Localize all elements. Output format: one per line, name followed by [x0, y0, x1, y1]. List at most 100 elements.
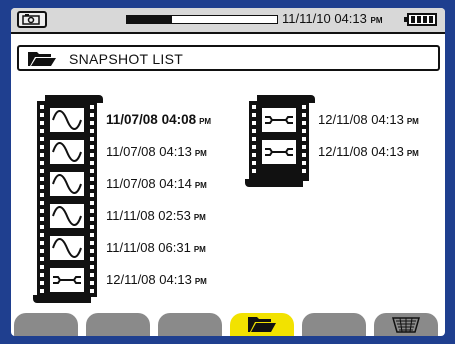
snapshot-date: 12/11/08 [318, 112, 372, 127]
film-perforation [252, 137, 256, 141]
battery-cell [423, 16, 427, 23]
film-curl-bottom [33, 295, 91, 303]
snapshot-list-item[interactable]: 12/11/08 04:13 PM [318, 144, 419, 159]
snapshot-list-item[interactable]: 11/07/08 04:13 PM [106, 144, 207, 159]
wrench-icon [265, 116, 293, 124]
film-perforation [40, 161, 44, 165]
tab-3[interactable] [158, 313, 222, 336]
film-perforation [302, 169, 306, 173]
film-perforation [40, 145, 44, 149]
film-strip-icon [33, 95, 103, 303]
film-perforation [252, 153, 256, 157]
status-time: 04:13 [334, 11, 367, 26]
status-date: 11/11/10 [282, 11, 331, 26]
waveform-icon [52, 174, 82, 194]
snapshot-ampm: PM [194, 181, 207, 190]
snapshot-date: 12/11/08 [318, 144, 372, 159]
snapshot-list-item[interactable]: 11/07/08 04:08 PM [106, 112, 211, 127]
film-perforation [40, 121, 44, 125]
film-perforation [40, 113, 44, 117]
folder-open-icon [248, 317, 276, 332]
film-perforation [252, 113, 256, 117]
film-perforation [40, 137, 44, 141]
snapshot-time: 04:13 [159, 144, 192, 159]
battery-cell [429, 16, 433, 23]
status-ampm: PM [370, 16, 383, 25]
film-perforation [90, 161, 94, 165]
waveform-icon [52, 206, 82, 226]
snapshot-ampm: PM [199, 117, 212, 126]
film-perforation [40, 185, 44, 189]
clock: 11/11/10 04:13 PM [282, 11, 382, 26]
waveform-icon [52, 110, 82, 130]
snapshot-list-item[interactable]: 11/07/08 04:14 PM [106, 176, 207, 191]
snapshot-date: 12/11/08 [106, 272, 160, 287]
snapshot-thumbnail[interactable] [261, 107, 297, 133]
snapshot-time: 04:14 [159, 176, 192, 191]
tab-1[interactable] [14, 313, 78, 336]
progress-fill [127, 16, 172, 23]
film-perforation [40, 225, 44, 229]
snapshot-thumbnail[interactable] [49, 107, 85, 133]
film-perforation [90, 129, 94, 133]
snapshot-thumbnail[interactable] [49, 171, 85, 197]
snapshot-ampm: PM [194, 277, 207, 286]
film-perforation [40, 169, 44, 173]
tab-5[interactable] [302, 313, 366, 336]
snapshot-list-item[interactable]: 11/11/08 06:31 PM [106, 240, 206, 255]
title-bar: SNAPSHOT LIST [17, 45, 440, 71]
film-perforation [252, 169, 256, 173]
page-title: SNAPSHOT LIST [69, 51, 184, 67]
film-perforation [40, 105, 44, 109]
wrench-icon [53, 276, 81, 284]
film-strip-icon [245, 95, 315, 187]
snapshot-ampm: PM [406, 117, 419, 126]
film-perforation [90, 289, 94, 293]
snapshot-date: 11/07/08 [106, 144, 160, 159]
film-perforation [90, 145, 94, 149]
film-curl-top [45, 95, 103, 103]
snapshot-date: 11/07/08 [106, 176, 160, 191]
film-perforation [90, 225, 94, 229]
snapshot-thumbnail[interactable] [49, 139, 85, 165]
film-perforation [90, 265, 94, 269]
waveform-icon [52, 238, 82, 258]
snapshot-list-item[interactable]: 11/11/08 02:53 PM [106, 208, 206, 223]
tab-folder-open[interactable] [230, 313, 294, 336]
film-perforation [40, 273, 44, 277]
snapshot-list-item[interactable]: 12/11/08 04:13 PM [318, 112, 419, 127]
snapshot-thumbnail[interactable] [49, 235, 85, 261]
film-perforation [90, 273, 94, 277]
film-perforation [252, 105, 256, 109]
film-perforation [40, 289, 44, 293]
film-perforation [90, 209, 94, 213]
film-perforation [40, 233, 44, 237]
film-perforation [90, 201, 94, 205]
film-perforation [302, 161, 306, 165]
film-perforation [40, 153, 44, 157]
snapshot-thumbnail[interactable] [261, 139, 297, 165]
film-perforation [40, 265, 44, 269]
film-perforation [40, 281, 44, 285]
film-perforation [302, 129, 306, 133]
snapshot-time: 04:08 [161, 112, 197, 127]
snapshot-ampm: PM [194, 149, 207, 158]
film-perforation [90, 233, 94, 237]
tab-2[interactable] [86, 313, 150, 336]
tab-trash[interactable] [374, 313, 438, 336]
snapshot-time: 04:13 [159, 272, 192, 287]
film-perforation [90, 105, 94, 109]
film-perforation [40, 193, 44, 197]
battery-nub [404, 17, 407, 22]
film-perforation [252, 145, 256, 149]
film-perforation [252, 161, 256, 165]
snapshot-thumbnail[interactable] [49, 267, 85, 293]
film-perforation [90, 193, 94, 197]
film-perforation [90, 257, 94, 261]
film-perforation [40, 257, 44, 261]
film-perforation [40, 217, 44, 221]
snapshot-list-item[interactable]: 12/11/08 04:13 PM [106, 272, 207, 287]
film-perforation [302, 105, 306, 109]
snapshot-time: 06:31 [158, 240, 191, 255]
snapshot-thumbnail[interactable] [49, 203, 85, 229]
